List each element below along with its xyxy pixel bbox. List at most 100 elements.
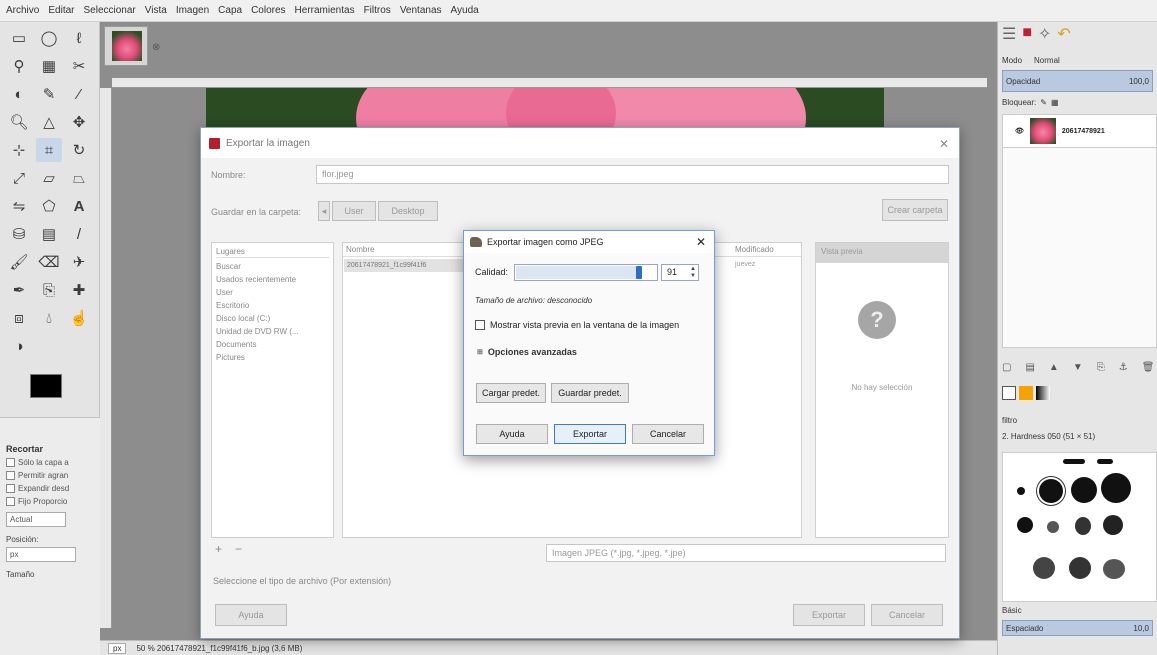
path-back-icon[interactable]: ◂ bbox=[318, 201, 330, 221]
checkbox[interactable] bbox=[6, 471, 15, 480]
paths-tool-icon[interactable]: ✎ bbox=[36, 82, 62, 106]
remove-place-icon[interactable]: − bbox=[235, 542, 242, 556]
brush-item[interactable] bbox=[1101, 473, 1131, 503]
place-recent[interactable]: Usados recientemente bbox=[216, 274, 329, 286]
place-pictures[interactable]: Pictures bbox=[216, 352, 329, 364]
foreground-color-swatch[interactable] bbox=[30, 374, 62, 398]
opacity-slider[interactable]: Opacidad 100,0 bbox=[1002, 70, 1153, 92]
fuzzy-select-tool-icon[interactable]: ⚲ bbox=[6, 54, 32, 78]
perspective-tool-icon[interactable]: ⏢ bbox=[66, 166, 92, 190]
option-fixed-ratio[interactable]: Fijo Proporcio bbox=[6, 497, 94, 506]
filename-input[interactable]: flor.jpeg bbox=[316, 165, 949, 184]
crop-tool-icon[interactable]: ⌗ bbox=[36, 138, 62, 162]
brush-item[interactable] bbox=[1063, 459, 1085, 464]
menu-archivo[interactable]: Archivo bbox=[6, 5, 39, 16]
create-folder-button[interactable]: Crear carpeta bbox=[882, 199, 948, 221]
menu-ayuda[interactable]: Ayuda bbox=[451, 5, 479, 16]
unit-selector[interactable]: px bbox=[108, 642, 127, 654]
brush-item[interactable] bbox=[1071, 477, 1097, 503]
ink-tool-icon[interactable]: ✒ bbox=[6, 278, 32, 302]
jpeg-export-button[interactable]: Exportar bbox=[554, 424, 626, 444]
save-defaults-button[interactable]: Guardar predet. bbox=[551, 383, 629, 403]
brush-item[interactable] bbox=[1039, 479, 1063, 503]
path-button-desktop[interactable]: Desktop bbox=[378, 201, 438, 221]
patterns-tab-icon[interactable] bbox=[1019, 386, 1033, 400]
path-button-user[interactable]: User bbox=[332, 201, 376, 221]
history-tab-icon[interactable]: ↶ bbox=[1057, 24, 1070, 44]
menu-editar[interactable]: Editar bbox=[48, 5, 74, 16]
duplicate-layer-icon[interactable]: ⎘ bbox=[1097, 362, 1105, 373]
file-row[interactable]: 20617478921_f1c99f41f6 bbox=[344, 259, 466, 272]
place-desktop[interactable]: Escritorio bbox=[216, 300, 329, 312]
menu-filtros[interactable]: Filtros bbox=[364, 5, 391, 16]
position-unit-field[interactable]: px bbox=[6, 547, 76, 562]
zoom-tool-icon[interactable]: 🔍︎ bbox=[6, 110, 32, 134]
menu-vista[interactable]: Vista bbox=[145, 5, 167, 16]
channels-tab-icon[interactable]: ■ bbox=[1022, 24, 1032, 44]
add-place-icon[interactable]: + bbox=[215, 542, 222, 556]
export-cancel-button[interactable]: Cancelar bbox=[871, 604, 943, 626]
raise-layer-icon[interactable]: ▲ bbox=[1049, 362, 1059, 373]
menu-capa[interactable]: Capa bbox=[218, 5, 242, 16]
quality-slider-thumb[interactable] bbox=[636, 266, 642, 279]
checkbox[interactable] bbox=[6, 458, 15, 467]
anchor-layer-icon[interactable]: ⚓︎ bbox=[1119, 362, 1128, 373]
clone-tool-icon[interactable]: ⎘ bbox=[36, 278, 62, 302]
vertical-ruler[interactable] bbox=[100, 88, 112, 628]
delete-layer-icon[interactable]: 🗑︎ bbox=[1142, 362, 1155, 373]
jpeg-cancel-button[interactable]: Cancelar bbox=[632, 424, 704, 444]
menu-colores[interactable]: Colores bbox=[251, 5, 285, 16]
brushes-tab-icon[interactable] bbox=[1002, 386, 1016, 400]
align-tool-icon[interactable]: ⊹ bbox=[6, 138, 32, 162]
show-preview-checkbox[interactable]: Mostrar vista previa en la ventana de la… bbox=[475, 320, 679, 330]
paths-tab-icon[interactable]: ✧ bbox=[1038, 24, 1051, 44]
image-tab[interactable] bbox=[104, 26, 148, 66]
free-select-tool-icon[interactable]: ℓ bbox=[66, 26, 92, 50]
gradients-tab-icon[interactable] bbox=[1036, 386, 1050, 400]
lock-pixels-icon[interactable]: ✎ bbox=[1040, 98, 1047, 107]
blur-tool-icon[interactable]: 💧︎ bbox=[36, 306, 62, 330]
brush-item[interactable] bbox=[1017, 487, 1025, 495]
foreground-select-tool-icon[interactable]: ◐ bbox=[6, 82, 32, 106]
menu-imagen[interactable]: Imagen bbox=[176, 5, 209, 16]
column-name[interactable]: Nombre bbox=[346, 245, 374, 254]
spin-arrows-icon[interactable]: ▲ ▼ bbox=[690, 266, 696, 280]
flip-tool-icon[interactable]: ⇋ bbox=[6, 194, 32, 218]
advanced-options-expander[interactable]: ⊞ Opciones avanzadas bbox=[477, 347, 577, 357]
smudge-tool-icon[interactable]: ☝ bbox=[66, 306, 92, 330]
brush-item[interactable] bbox=[1075, 517, 1091, 535]
jpeg-help-button[interactable]: Ayuda bbox=[476, 424, 548, 444]
rect-select-tool-icon[interactable]: ▭ bbox=[6, 26, 32, 50]
brush-item[interactable] bbox=[1097, 459, 1113, 464]
move-tool-icon[interactable]: ✥ bbox=[66, 110, 92, 134]
bucket-fill-tool-icon[interactable]: ⛁ bbox=[6, 222, 32, 246]
menu-seleccionar[interactable]: Seleccionar bbox=[83, 5, 135, 16]
dodge-tool-icon[interactable]: ◑ bbox=[6, 334, 32, 358]
perspective-clone-tool-icon[interactable]: ⧈ bbox=[6, 306, 32, 330]
menu-herramientas[interactable]: Herramientas bbox=[295, 5, 355, 16]
option-only-layer[interactable]: Sólo la capa a bbox=[6, 458, 94, 467]
paintbrush-tool-icon[interactable]: 🖌︎ bbox=[6, 250, 32, 274]
option-allow-grow[interactable]: Permitir agran bbox=[6, 471, 94, 480]
brush-item[interactable] bbox=[1103, 515, 1123, 535]
ratio-dropdown[interactable]: Actual bbox=[6, 512, 66, 527]
export-dialog-close-icon[interactable]: ✕ bbox=[939, 137, 949, 151]
menu-ventanas[interactable]: Ventanas bbox=[400, 5, 442, 16]
brush-item[interactable] bbox=[1017, 517, 1033, 533]
select-file-type-expander[interactable]: Seleccione el tipo de archivo (Por exten… bbox=[213, 576, 391, 586]
measure-tool-icon[interactable]: △ bbox=[36, 110, 62, 134]
rotate-tool-icon[interactable]: ↻ bbox=[66, 138, 92, 162]
jpeg-dialog-close-icon[interactable]: ✕ bbox=[696, 235, 706, 249]
blend-tool-icon[interactable]: ▤ bbox=[36, 222, 62, 246]
color-select-tool-icon[interactable]: ▦ bbox=[36, 54, 62, 78]
checkbox[interactable] bbox=[6, 497, 15, 506]
brush-filter-field[interactable]: filtro bbox=[1002, 416, 1153, 425]
lower-layer-icon[interactable]: ▼ bbox=[1073, 362, 1083, 373]
place-local-disk[interactable]: Disco local (C:) bbox=[216, 313, 329, 325]
place-search[interactable]: Buscar bbox=[216, 261, 329, 273]
spacing-slider[interactable]: Espaciado 10,0 bbox=[1002, 620, 1153, 636]
checkbox-box[interactable] bbox=[475, 320, 485, 330]
pencil-tool-icon[interactable]: / bbox=[66, 222, 92, 246]
brush-item[interactable] bbox=[1069, 557, 1091, 579]
layer-mode-row[interactable]: Modo Normal bbox=[1002, 56, 1153, 65]
